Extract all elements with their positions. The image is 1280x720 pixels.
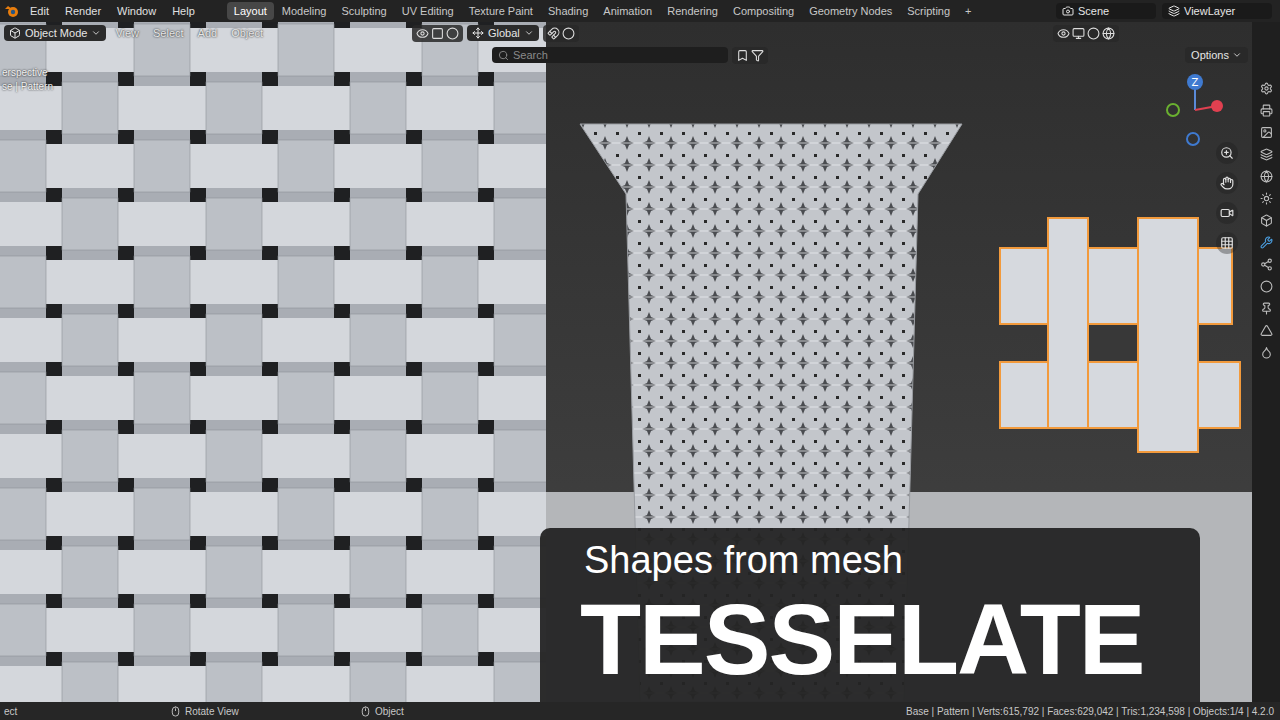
select-circle-icon[interactable] — [446, 27, 459, 40]
workspace-tab[interactable]: Scripting — [900, 2, 957, 20]
workspace-tab[interactable]: Modeling — [275, 2, 334, 20]
view-name: erspective — [2, 66, 78, 80]
workspace-tab[interactable]: Geometry Nodes — [802, 2, 899, 20]
title-card: Shapes from meshTESSELATE — [540, 528, 1200, 702]
chevron-icon — [91, 28, 101, 38]
workspace-tab[interactable]: Sculpting — [334, 2, 393, 20]
filter-icon[interactable] — [751, 49, 764, 62]
view-layer-field[interactable]: ViewLayer — [1162, 3, 1272, 19]
camera-icon — [1220, 206, 1234, 220]
workspace-tab[interactable]: Compositing — [726, 2, 801, 20]
workspace-tabs: LayoutModelingSculptingUV EditingTexture… — [227, 2, 979, 20]
menu-item[interactable]: Help — [166, 3, 201, 19]
object-mode-icon — [9, 27, 21, 39]
visibility-icon[interactable] — [416, 27, 429, 40]
overlay-icon[interactable] — [1057, 27, 1070, 40]
title-heading: TESSELATE — [580, 584, 1144, 694]
status-bar: ectRotate ViewObject Base | Pattern | Ver… — [0, 702, 1280, 720]
scene-icon[interactable] — [1260, 170, 1273, 183]
collection-name: se | Pattern — [2, 80, 78, 94]
viewport-menu[interactable]: View — [110, 25, 144, 41]
select-box-icon[interactable] — [431, 27, 444, 40]
status-hint: Object — [360, 706, 550, 717]
add-workspace-button[interactable]: + — [958, 2, 978, 20]
zoom-button[interactable] — [1216, 142, 1238, 164]
view-layer-icon — [1168, 5, 1180, 17]
proportional-icon[interactable] — [562, 27, 575, 40]
search-field[interactable]: Search — [492, 47, 728, 63]
viewport-menu[interactable]: Object — [226, 25, 268, 41]
data-icon[interactable] — [1260, 324, 1273, 337]
mouse-icon — [170, 706, 181, 717]
constraints-icon[interactable] — [1260, 302, 1273, 315]
workspace-tab[interactable]: Rendering — [660, 2, 725, 20]
workspace-tab[interactable]: Layout — [227, 2, 274, 20]
menu-item[interactable]: Render — [59, 3, 107, 19]
tool-settings-row: Search Options — [0, 44, 1252, 66]
workspace-tab[interactable]: Texture Paint — [462, 2, 540, 20]
hand-icon — [1220, 176, 1234, 190]
world-icon[interactable] — [1260, 192, 1273, 205]
viewport-menu[interactable]: Add — [193, 25, 223, 41]
bookmark-icon[interactable] — [736, 49, 749, 62]
viewport-menu[interactable]: Select — [148, 25, 189, 41]
scene-stats: Base | Pattern | Verts:615,792 | Faces:6… — [906, 706, 1276, 717]
transform-icon — [472, 27, 484, 39]
gizmo-label: Z — [1192, 77, 1199, 88]
blender-logo-icon[interactable] — [4, 3, 20, 19]
output-icon[interactable] — [1260, 126, 1273, 139]
blender-menu[interactable] — [4, 3, 20, 19]
workspace-tab[interactable]: UV Editing — [395, 2, 461, 20]
xray-icon[interactable] — [1072, 27, 1085, 40]
options-button[interactable]: Options — [1185, 47, 1248, 63]
chevron-icon — [1232, 50, 1242, 60]
object-icon[interactable] — [1260, 214, 1273, 227]
mode-dropdown[interactable]: Object Mode — [4, 25, 106, 41]
physics-icon[interactable] — [1260, 280, 1273, 293]
menu-item[interactable]: Edit — [24, 3, 55, 19]
pan-button[interactable] — [1216, 172, 1238, 194]
navigation-gizmo-icon[interactable]: Z — [1160, 70, 1230, 150]
search-icon — [498, 50, 509, 61]
solid-shading-icon[interactable] — [1087, 27, 1100, 40]
workspace-tab[interactable]: Shading — [541, 2, 595, 20]
woven-basket[interactable] — [0, 22, 546, 702]
render-icon[interactable] — [1260, 104, 1273, 117]
chevron-icon — [524, 28, 534, 38]
selected-tile[interactable] — [1000, 218, 1240, 452]
menu-item[interactable]: Window — [111, 3, 162, 19]
blender-window: EditRenderWindowHelp LayoutModelingSculpt… — [0, 0, 1280, 720]
mouse-icon — [360, 706, 371, 717]
ortho-button[interactable] — [1216, 232, 1238, 254]
grid-icon — [1220, 236, 1234, 250]
tool-icon[interactable] — [1260, 82, 1273, 95]
modifier-icon[interactable] — [1260, 236, 1273, 249]
zoom-icon — [1220, 146, 1234, 160]
scene-icon — [1062, 5, 1074, 17]
workspace-tab[interactable]: Animation — [596, 2, 659, 20]
particles-icon[interactable] — [1260, 258, 1273, 271]
properties-tabs — [1252, 22, 1280, 702]
view-layer-icon[interactable] — [1260, 148, 1273, 161]
view-info: erspectivese | Pattern — [0, 66, 80, 94]
status-hint: Rotate View — [170, 706, 360, 717]
title-subtitle: Shapes from mesh — [580, 538, 903, 584]
top-bar: EditRenderWindowHelp LayoutModelingSculpt… — [0, 0, 1280, 22]
viewport-header: Object ModeViewSelectAddObject Global — [0, 22, 1252, 44]
snap-icon[interactable] — [547, 27, 560, 40]
camera-button[interactable] — [1216, 202, 1238, 224]
material-icon[interactable] — [1260, 346, 1273, 359]
scene-field[interactable]: Scene — [1056, 3, 1156, 19]
orientation-dropdown[interactable]: Global — [467, 25, 539, 41]
material-shading-icon[interactable] — [1102, 27, 1115, 40]
status-hint: ect — [4, 706, 170, 717]
3d-viewport[interactable]: Object ModeViewSelectAddObject Global Sear… — [0, 22, 1252, 702]
navigation-controls — [1216, 142, 1238, 254]
